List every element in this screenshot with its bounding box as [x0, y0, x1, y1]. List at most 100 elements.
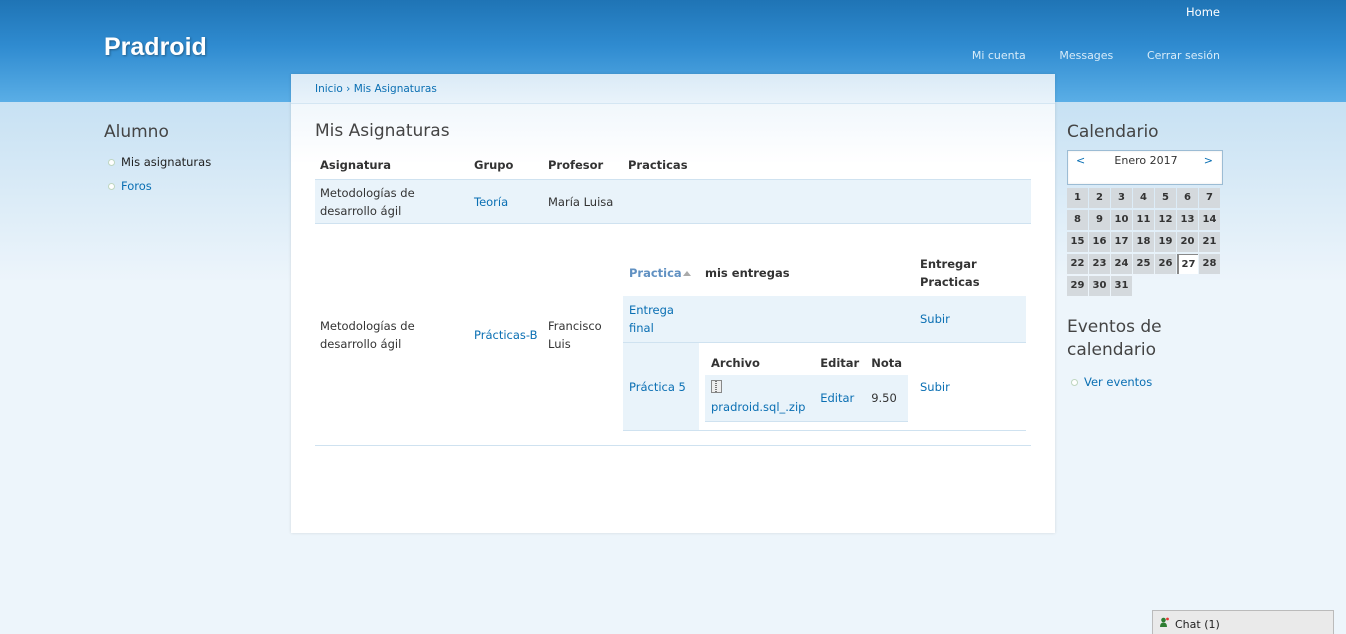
- events-block-title: Eventos de calendario: [1067, 317, 1162, 360]
- calendar-day[interactable]: 7: [1199, 188, 1220, 208]
- col-practica[interactable]: Practica: [623, 250, 699, 296]
- messages-link[interactable]: Messages: [1059, 49, 1113, 62]
- col-mis-entregas: mis entregas: [705, 266, 790, 280]
- sidebar-left: Alumno Mis asignaturas Foros: [104, 122, 274, 198]
- my-account-link[interactable]: Mi cuenta: [972, 49, 1026, 62]
- calendar-week-row: 1234567: [1067, 188, 1227, 210]
- calendar-day[interactable]: 12: [1155, 210, 1176, 230]
- courses-table: Asignatura Grupo Profesor Practicas Meto…: [315, 150, 1031, 446]
- calendar-day[interactable]: 4: [1133, 188, 1154, 208]
- calendar-day[interactable]: 28: [1199, 254, 1220, 274]
- menu-item-foros[interactable]: Foros: [108, 174, 274, 198]
- col-grupo: Grupo: [469, 150, 543, 180]
- calendar-day[interactable]: 1: [1067, 188, 1088, 208]
- breadcrumb-separator: ›: [346, 83, 351, 95]
- calendar-day[interactable]: 25: [1133, 254, 1154, 274]
- primary-links: Mi cuenta Messages Cerrar sesión: [942, 48, 1220, 62]
- cell-profesor: María Luisa: [543, 179, 623, 224]
- calendar-day[interactable]: 30: [1089, 276, 1110, 296]
- calendar-day[interactable]: 18: [1133, 232, 1154, 252]
- practica-row: Entrega final Subir: [623, 296, 1026, 343]
- menu-item-mis-asignaturas[interactable]: Mis asignaturas: [108, 150, 274, 174]
- practica-row: Práctica 5 Archivo Editar Nota pradroid.…: [623, 342, 1026, 431]
- practica-link-practica-5[interactable]: Práctica 5: [623, 342, 699, 431]
- calendar-day[interactable]: 13: [1177, 210, 1198, 230]
- calendar-day[interactable]: 29: [1067, 276, 1088, 296]
- calendar-day[interactable]: 6: [1177, 188, 1198, 208]
- calendar-month-label: Enero 2017: [1114, 154, 1178, 167]
- calendar-day[interactable]: 5: [1155, 188, 1176, 208]
- cell-entregas-empty: [699, 296, 914, 343]
- calendar-day[interactable]: 15: [1067, 232, 1088, 252]
- calendar-day[interactable]: 9: [1089, 210, 1110, 230]
- entrega-row: pradroid.sql_.zip Editar 9.50: [705, 375, 908, 422]
- calendar-day[interactable]: 10: [1111, 210, 1132, 230]
- zip-file-icon: [711, 380, 722, 393]
- sort-asc-icon: [682, 271, 691, 276]
- calendar-day-today[interactable]: 27: [1177, 254, 1198, 274]
- col-archivo: Archivo: [711, 356, 760, 370]
- calendar-widget: < Enero 2017 > 1 2 3 4 5 6 7 8 9 10 11 12 13 14 15 16 17…: [1067, 150, 1227, 298]
- home-link[interactable]: Home: [1186, 5, 1220, 19]
- table-row: Metodologías de desarrollo ágil Práctica…: [315, 223, 1031, 446]
- edit-link[interactable]: Editar: [814, 375, 866, 422]
- col-nota: Nota: [871, 356, 902, 370]
- file-link[interactable]: pradroid.sql_.zip: [711, 400, 805, 414]
- site-name[interactable]: Pradroid: [104, 33, 207, 62]
- group-link-teoria[interactable]: Teoría: [469, 179, 543, 224]
- cell-archivo: pradroid.sql_.zip: [705, 375, 815, 422]
- calendar-day[interactable]: 11: [1133, 210, 1154, 230]
- entregas-table: Archivo Editar Nota pradroid.sql_.zip Ed…: [705, 351, 908, 422]
- alumno-block-title: Alumno: [104, 122, 169, 142]
- calendar-week-row: 15 16 17 18 19 20 21: [1067, 232, 1227, 254]
- subir-button[interactable]: Subir: [914, 296, 1026, 343]
- calendar-day[interactable]: 14: [1199, 210, 1220, 230]
- col-practicas: Practicas: [623, 150, 1031, 180]
- calendar-day[interactable]: 20: [1177, 232, 1198, 252]
- content-area: Mis Asignaturas Asignatura Grupo Profeso…: [291, 104, 1055, 533]
- calendar-day[interactable]: 23: [1089, 254, 1110, 274]
- calendar-week-row: 22 23 24 25 26 27 28: [1067, 254, 1227, 276]
- alumno-menu: Mis asignaturas Foros: [104, 150, 274, 198]
- calendar-header: < Enero 2017 >: [1067, 150, 1223, 185]
- calendar-week-row: 8 9 10 11 12 13 14: [1067, 210, 1227, 232]
- chat-label: Chat (1): [1175, 618, 1220, 631]
- practica-link-entrega-final[interactable]: Entrega final: [623, 296, 699, 343]
- col-asignatura: Asignatura: [315, 150, 469, 180]
- calendar-day[interactable]: 8: [1067, 210, 1088, 230]
- calendar-day[interactable]: 19: [1155, 232, 1176, 252]
- sort-practica-link[interactable]: Practica: [629, 266, 682, 280]
- practicas-table: Practica mis entregas Entregar Practicas…: [623, 250, 1026, 431]
- sidebar-right: Calendario < Enero 2017 > 1 2 3 4 5 6 7 8 9 10 11 1…: [1067, 122, 1227, 394]
- table-row: Metodologías de desarrollo ágil Teoría M…: [315, 179, 1031, 224]
- cell-asignatura: Metodologías de desarrollo ágil: [315, 223, 469, 446]
- cell-practicas-empty: [623, 179, 1031, 224]
- calendar-next-button[interactable]: >: [1204, 154, 1213, 167]
- logout-link[interactable]: Cerrar sesión: [1147, 49, 1220, 62]
- calendar-grid: 1 2 3 4 5 6 7 8 9 10 11 12 13 14 15 16 17 18 19 20 21 22 23 24 2…: [1067, 188, 1227, 298]
- calendar-day[interactable]: 22: [1067, 254, 1088, 274]
- group-link-practicas-b[interactable]: Prácticas-B: [469, 223, 543, 446]
- subir-button[interactable]: Subir: [914, 342, 1026, 431]
- col-editar: Editar: [820, 356, 860, 370]
- breadcrumb: Inicio › Mis Asignaturas: [315, 83, 437, 95]
- calendar-day[interactable]: 17: [1111, 232, 1132, 252]
- cell-practicas: Practica mis entregas Entregar Practicas…: [623, 223, 1031, 446]
- breadcrumb-current-link[interactable]: Mis Asignaturas: [354, 83, 437, 95]
- calendar-day[interactable]: 2: [1089, 188, 1110, 208]
- calendar-day[interactable]: 31: [1111, 276, 1132, 296]
- cell-profesor: Francisco Luis: [543, 223, 623, 446]
- chat-bar[interactable]: Chat (1): [1152, 610, 1334, 634]
- breadcrumb-bar: Inicio › Mis Asignaturas: [291, 74, 1055, 104]
- calendar-day[interactable]: 3: [1111, 188, 1132, 208]
- main-content: Inicio › Mis Asignaturas Mis Asignaturas…: [291, 74, 1055, 533]
- calendar-week-row: 29 30 31: [1067, 276, 1227, 298]
- calendar-day[interactable]: 16: [1089, 232, 1110, 252]
- calendar-block-title: Calendario: [1067, 122, 1159, 142]
- chat-user-icon: [1160, 617, 1169, 627]
- breadcrumb-home-link[interactable]: Inicio: [315, 83, 343, 95]
- calendar-day[interactable]: 21: [1199, 232, 1220, 252]
- menu-item-ver-eventos[interactable]: Ver eventos: [1071, 370, 1227, 394]
- calendar-day[interactable]: 26: [1155, 254, 1176, 274]
- calendar-day[interactable]: 24: [1111, 254, 1132, 274]
